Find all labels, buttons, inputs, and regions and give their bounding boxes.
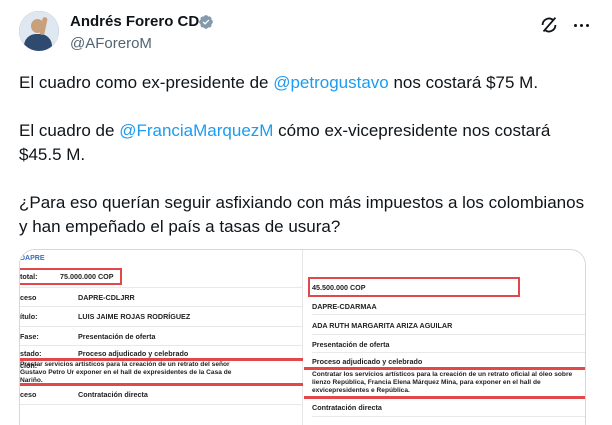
highlight-box: [308, 277, 520, 297]
row-modality: Contratación directa: [312, 402, 382, 412]
row-contractor: ítulo: LUIS JAIME ROJAS RODRÍGUEZ: [20, 311, 191, 321]
panel-header: DAPRE: [20, 255, 45, 262]
avatar[interactable]: [19, 11, 59, 51]
row-description: ción: Prestar servicios artísticos para …: [20, 361, 232, 384]
tweet-text: El cuadro como ex-presidente de @petrogu…: [19, 71, 594, 239]
paragraph-3: ¿Para eso querían seguir asfixiando con …: [19, 193, 585, 236]
contract-left-panel: DAPRE total: 75.000.000 COP ceso DAPRE-C…: [20, 250, 303, 425]
mention-petrogustavo[interactable]: @petrogustavo: [273, 73, 389, 92]
highlight-line: [20, 383, 303, 386]
paragraph-2: El cuadro de @FranciaMarquezM cómo ex-vi…: [19, 121, 551, 164]
contract-right-panel: 45.500.000 COP DAPRE-CDARMAA ADA RUTH MA…: [304, 250, 585, 425]
highlight-line: [304, 396, 585, 399]
highlight-box: [20, 268, 122, 285]
row-contractor: ADA RUTH MARGARITA ARIZA AGUILAR: [312, 320, 453, 330]
attached-image[interactable]: DAPRE total: 75.000.000 COP ceso DAPRE-C…: [19, 249, 586, 425]
row-modality: ceso Contratación directa: [20, 389, 148, 399]
row-status: Proceso adjudicado y celebrado: [312, 356, 423, 366]
highlight-line: [304, 367, 585, 370]
row-phase: Fase: Presentación de oferta: [20, 331, 156, 341]
author-handle[interactable]: @AForeroM: [70, 34, 152, 54]
author-name[interactable]: Andrés Forero CD: [70, 12, 199, 32]
row-description: Contratar los servicios artísticos para …: [312, 371, 573, 394]
more-options-icon[interactable]: [568, 14, 594, 36]
row-phase: Presentación de oferta: [312, 339, 390, 349]
row-process: ceso DAPRE-CDLJRR: [20, 292, 135, 302]
mention-franciamarquezm[interactable]: @FranciaMarquezM: [119, 121, 273, 140]
row-process: DAPRE-CDARMAA: [312, 301, 377, 311]
grok-icon[interactable]: [538, 14, 560, 36]
verified-badge-icon: [199, 15, 213, 29]
paragraph-1: El cuadro como ex-presidente de @petrogu…: [19, 73, 539, 92]
